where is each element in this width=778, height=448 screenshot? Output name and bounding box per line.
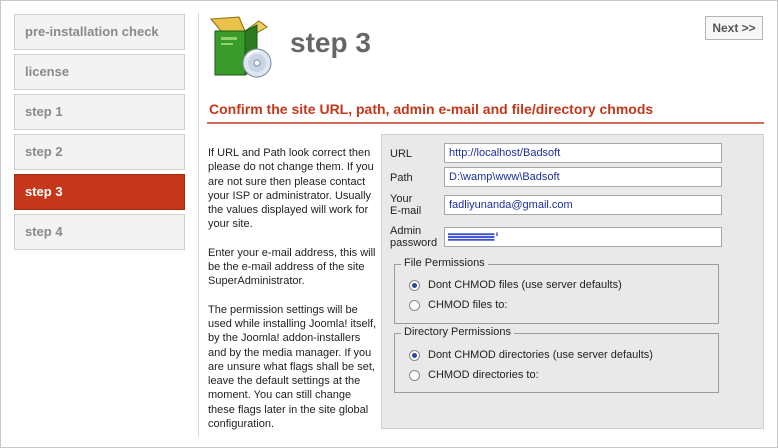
sidebar-item-license[interactable]: license — [14, 54, 185, 90]
url-input[interactable] — [444, 143, 722, 163]
file-chmod-custom-radio[interactable] — [409, 299, 420, 311]
email-label-line2: E-mail — [390, 205, 422, 217]
page-title: step 3 — [290, 27, 371, 58]
password-mask — [448, 232, 498, 241]
dir-chmod-default-radio[interactable] — [409, 349, 420, 361]
dir-chmod-default-option[interactable]: Dont CHMOD directories (use server defau… — [409, 348, 653, 362]
password-label: Admin password — [390, 225, 437, 249]
directory-permissions-legend: Directory Permissions — [401, 326, 514, 338]
password-label-line1: Admin — [390, 225, 422, 237]
url-label: URL — [390, 148, 413, 160]
file-chmod-default-label: Dont CHMOD files (use server defaults) — [428, 279, 622, 291]
path-input[interactable] — [444, 167, 722, 187]
password-label-line2: password — [390, 237, 438, 249]
email-label-line1: Your — [390, 193, 413, 205]
help-paragraph-email: Enter your e-mail address, this will be … — [208, 246, 376, 288]
next-button[interactable]: Next >> — [705, 16, 763, 40]
file-chmod-default-radio[interactable] — [409, 279, 420, 291]
password-input[interactable] — [444, 227, 722, 247]
email-label: Your E-mail — [390, 193, 421, 217]
sidebar-item-pre-installation-check[interactable]: pre-installation check — [14, 14, 185, 50]
sidebar-item-step-2[interactable]: step 2 — [14, 134, 185, 170]
dir-chmod-custom-radio[interactable] — [409, 369, 420, 381]
dir-chmod-custom-label: CHMOD directories to: — [428, 369, 539, 381]
steps-sidebar: pre-installation check license step 1 st… — [14, 14, 185, 254]
section-heading: Confirm the site URL, path, admin e-mail… — [209, 101, 654, 117]
file-chmod-custom-option[interactable]: CHMOD files to: — [409, 298, 507, 312]
dir-chmod-custom-option[interactable]: CHMOD directories to: — [409, 368, 539, 382]
file-permissions-group: File Permissions Dont CHMOD files (use s… — [394, 257, 719, 324]
email-input[interactable] — [444, 195, 722, 215]
file-permissions-legend: File Permissions — [401, 257, 488, 269]
dir-chmod-default-label: Dont CHMOD directories (use server defau… — [428, 349, 653, 361]
help-paragraph-url: If URL and Path look correct then please… — [208, 147, 374, 231]
help-text: If URL and Path look correct then please… — [208, 146, 380, 445]
installer-window: pre-installation check license step 1 st… — [0, 0, 778, 448]
directory-permissions-group: Directory Permissions Dont CHMOD directo… — [394, 326, 719, 393]
software-box-cd-icon — [209, 16, 272, 78]
sidebar-item-step-1[interactable]: step 1 — [14, 94, 185, 130]
settings-form-panel: URL Path Your E-mail Admin password File… — [381, 134, 764, 429]
path-label: Path — [390, 172, 413, 184]
file-chmod-custom-label: CHMOD files to: — [428, 299, 508, 311]
sidebar-divider — [198, 13, 199, 437]
heading-divider — [207, 122, 764, 124]
file-chmod-default-option[interactable]: Dont CHMOD files (use server defaults) — [409, 278, 622, 292]
sidebar-item-step-4[interactable]: step 4 — [14, 214, 185, 250]
sidebar-item-step-3[interactable]: step 3 — [14, 174, 185, 210]
help-paragraph-permissions: The permission settings will be used whi… — [208, 303, 377, 431]
